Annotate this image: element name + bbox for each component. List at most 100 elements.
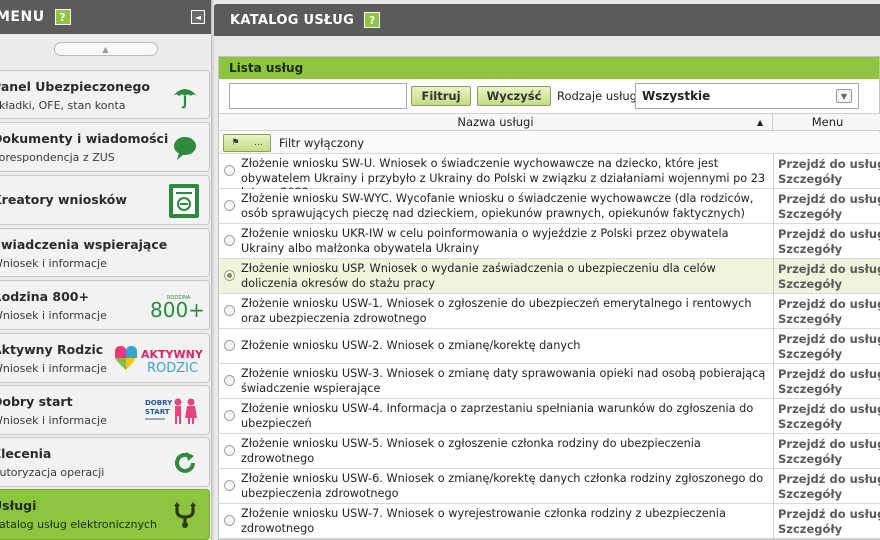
details-link[interactable]: Szczegóły (778, 347, 842, 361)
filter-input[interactable] (229, 83, 407, 109)
chevron-down-icon[interactable]: ▼ (836, 89, 852, 103)
column-header-menu: Menu (811, 115, 844, 129)
sidebar-item-dokumenty[interactable]: Dokumenty i wiadomości Korespondencja z … (0, 122, 210, 172)
table-row[interactable]: Złożenie wniosku USW-3. Wniosek o zmianę… (219, 364, 880, 399)
filter-button[interactable]: Filtruj (411, 86, 471, 106)
details-link[interactable]: Szczegóły (778, 452, 842, 466)
sidebar-item-title: Zlecenia (0, 446, 52, 461)
go-to-service-link[interactable]: Przejdź do usługi (778, 332, 880, 346)
service-types-select[interactable]: Wszystkie ▼ (635, 83, 859, 109)
row-radio[interactable] (224, 410, 235, 421)
row-radio[interactable] (224, 515, 235, 526)
details-link[interactable]: Szczegóły (778, 207, 842, 221)
service-name: Złożenie wniosku USW-3. Wniosek o zmianę… (241, 367, 766, 395)
sort-asc-icon[interactable]: ▲ (757, 115, 763, 131)
go-to-service-link[interactable]: Przejdź do usługi (778, 402, 880, 416)
sidebar-item-swiadczenia-wspierajace[interactable]: Świadczenia wspierające Wniosek i inform… (0, 228, 210, 277)
document-form-icon (167, 183, 201, 219)
table-row[interactable]: Złożenie wniosku SW-WYC. Wycofanie wnios… (219, 189, 880, 224)
sidebar-item-uslugi[interactable]: Usługi Katalog usług elektronicznych (0, 489, 210, 540)
services-panel: Lista usług Filtruj Wyczyść Rodzaje usłu… (218, 56, 880, 540)
column-divider (773, 364, 774, 399)
details-link[interactable]: Szczegóły (778, 417, 842, 431)
details-link[interactable]: Szczegóły (778, 382, 842, 396)
column-divider (773, 329, 774, 364)
filter-bar: Filtruj Wyczyść Rodzaje usług: Wszystkie… (219, 79, 879, 113)
sidebar-item-subtitle: Wniosek i informacje (0, 362, 107, 375)
services-table-body: Złożenie wniosku SW-U. Wniosek o świadcz… (219, 154, 880, 539)
sidebar-item-aktywny-rodzic[interactable]: Aktywny Rodzic Wniosek i informacje AKTY… (0, 333, 210, 383)
table-row[interactable]: Złożenie wniosku USW-7. Wniosek o wyreje… (219, 504, 880, 539)
collapse-menu-button[interactable]: ◄ (191, 10, 205, 24)
sidebar-item-title: Dokumenty i wiadomości (0, 131, 169, 146)
table-row[interactable]: Złożenie wniosku USW-4. Informacja o zap… (219, 399, 880, 434)
table-row[interactable]: Złożenie wniosku USW-2. Wniosek o zmianę… (219, 329, 880, 364)
service-types-value: Wszystkie (642, 89, 711, 103)
go-to-service-link[interactable]: Przejdź do usługi (778, 227, 880, 241)
go-to-service-link[interactable]: Przejdź do usługi (778, 297, 880, 311)
column-header-name[interactable]: Nazwa usługi (219, 114, 773, 132)
sidebar-item-title: Dobry start (0, 394, 73, 409)
row-radio[interactable] (224, 165, 235, 176)
column-divider (773, 294, 774, 329)
go-to-service-link[interactable]: Przejdź do usługi (778, 192, 880, 206)
row-radio[interactable] (224, 375, 235, 386)
row-radio[interactable] (224, 235, 235, 246)
row-radio[interactable] (224, 480, 235, 491)
scroll-up-button[interactable]: ▲ (53, 42, 158, 56)
column-divider (773, 189, 774, 224)
details-link[interactable]: Szczegóły (778, 172, 842, 186)
sidebar-item-kreatory[interactable]: Kreatory wniosków (0, 175, 210, 225)
table-row[interactable]: Złożenie wniosku USW-1. Wniosek o zgłosz… (219, 294, 880, 329)
row-radio[interactable] (224, 340, 235, 351)
sidebar-item-title: Rodzina 800+ (0, 289, 89, 304)
details-link[interactable]: Szczegóły (778, 312, 842, 326)
table-row[interactable]: Złożenie wniosku SW-U. Wniosek o świadcz… (219, 154, 880, 199)
go-to-service-link[interactable]: Przejdź do usługi (778, 437, 880, 451)
rodzina-800-logo: RODZINA 800+ (149, 290, 203, 322)
sidebar-item-dobry-start[interactable]: Dobry start Wniosek i informacje DOBRY S… (0, 385, 210, 435)
rodzic-logo-text: RODZIC (147, 361, 198, 376)
go-to-service-link[interactable]: Przejdź do usługi (778, 472, 880, 486)
sidebar: MENU ? ◄ ▲ Panel Ubezpieczonego Składki,… (0, 0, 212, 540)
sidebar-item-zlecenia[interactable]: Zlecenia Autoryzacja operacji (0, 437, 210, 487)
go-to-service-link[interactable]: Przejdź do usługi (778, 262, 880, 276)
sidebar-item-subtitle: Wniosek i informacje (0, 257, 107, 270)
sidebar-help-icon[interactable]: ? (54, 9, 71, 25)
sidebar-item-subtitle: Składki, OFE, stan konta (0, 99, 126, 112)
sidebar-item-subtitle: Katalog usług elektronicznych (0, 518, 157, 531)
row-radio[interactable] (224, 200, 235, 211)
filter-row: ⚑ ... Filtr wyłączony (219, 132, 880, 154)
go-to-service-link[interactable]: Przejdź do usługi (778, 157, 880, 171)
panel-title: Lista usług (219, 57, 879, 79)
page-help-icon[interactable]: ? (364, 12, 381, 28)
main-content: KATALOG USŁUG ? Lista usług Filtruj Wycz… (214, 0, 880, 540)
sidebar-item-rodzina-800[interactable]: Rodzina 800+ Wniosek i informacje RODZIN… (0, 280, 210, 330)
speech-bubble-icon (169, 132, 201, 164)
filter-toggle-button[interactable]: ⚑ ... (223, 134, 271, 152)
table-row[interactable]: Złożenie wniosku USW-6. Wniosek o zmianę… (219, 469, 880, 504)
table-row[interactable]: Złożenie wniosku UKR-IW w celu poinformo… (219, 224, 880, 259)
service-name: Złożenie wniosku USW-1. Wniosek o zgłosz… (241, 297, 752, 325)
go-to-service-link[interactable]: Przejdź do usługi (778, 367, 880, 381)
details-link[interactable]: Szczegóły (778, 242, 842, 256)
column-divider (773, 224, 774, 259)
details-link[interactable]: Szczegóły (778, 277, 842, 291)
sidebar-item-panel-ubezpieczonego[interactable]: Panel Ubezpieczonego Składki, OFE, stan … (0, 70, 210, 119)
sidebar-item-title: Panel Ubezpieczonego (0, 79, 151, 94)
details-link[interactable]: Szczegóły (778, 522, 842, 536)
row-radio[interactable] (224, 270, 235, 281)
details-link[interactable]: Szczegóły (778, 487, 842, 501)
column-divider (773, 504, 774, 539)
sidebar-header: MENU ? ◄ (0, 0, 211, 34)
row-radio[interactable] (224, 445, 235, 456)
go-to-service-link[interactable]: Przejdź do usługi (778, 507, 880, 521)
table-row[interactable]: Złożenie wniosku USP. Wniosek o wydanie … (219, 259, 880, 294)
column-divider (773, 434, 774, 469)
aktywny-logo-text: AKTYWNY (141, 348, 204, 361)
service-name: Złożenie wniosku USW-5. Wniosek o zgłosz… (241, 437, 701, 465)
row-radio[interactable] (224, 305, 235, 316)
table-row[interactable]: Złożenie wniosku USW-5. Wniosek o zgłosz… (219, 434, 880, 469)
clear-button[interactable]: Wyczyść (477, 86, 551, 106)
service-name: Złożenie wniosku SW-WYC. Wycofanie wnios… (241, 192, 754, 220)
